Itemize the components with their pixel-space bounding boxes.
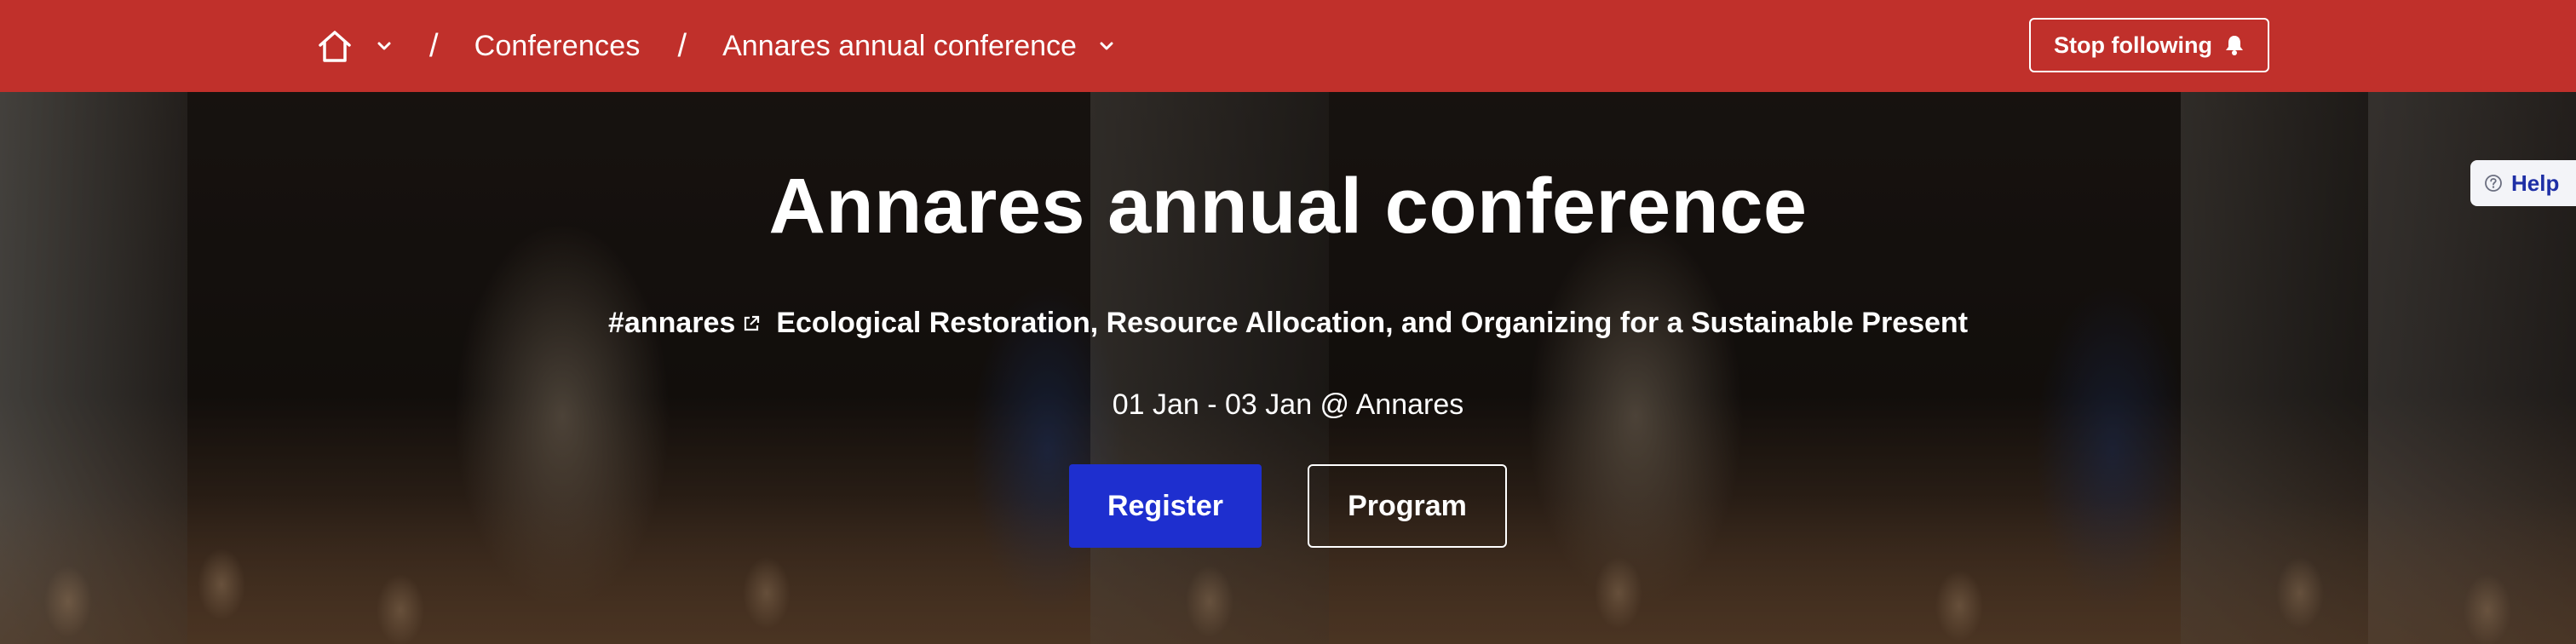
hero-actions: Register Program bbox=[0, 464, 2576, 548]
conference-title: Annares annual conference bbox=[768, 163, 1808, 250]
top-navigation-bar: / Conferences / Annares annual conferenc… bbox=[0, 0, 2576, 92]
question-circle-icon bbox=[2485, 175, 2502, 192]
chevron-down-icon bbox=[377, 42, 391, 50]
bell-icon bbox=[2225, 36, 2243, 55]
program-button[interactable]: Program bbox=[1308, 464, 1507, 548]
conference-subtitle-row: #annares Ecological Restoration, Resourc… bbox=[0, 307, 2576, 340]
hashtag-link[interactable]: #annares bbox=[608, 307, 776, 340]
external-link-icon bbox=[745, 315, 760, 331]
conference-date-location: 01 Jan - 03 Jan @ Annares bbox=[1112, 388, 1464, 421]
conference-menu-toggle[interactable] bbox=[1099, 41, 1114, 51]
breadcrumb-current-label: Annares annual conference bbox=[722, 29, 1077, 62]
home-icon bbox=[319, 31, 351, 62]
hashtag-label: #annares bbox=[607, 307, 736, 339]
breadcrumb: / Conferences / Annares annual conferenc… bbox=[317, 0, 1114, 92]
breadcrumb-current-conference[interactable]: Annares annual conference bbox=[722, 30, 1114, 63]
breadcrumb-separator: / bbox=[429, 27, 439, 64]
conference-subtitle: Ecological Restoration, Resource Allocat… bbox=[776, 307, 1969, 339]
stop-following-label: Stop following bbox=[2054, 32, 2212, 58]
stop-following-button[interactable]: Stop following bbox=[2029, 18, 2269, 72]
conference-hero: Annares annual conference #annares Ecolo… bbox=[0, 92, 2576, 644]
home-link[interactable] bbox=[317, 28, 353, 64]
help-label: Help bbox=[2511, 170, 2560, 196]
chevron-down-icon bbox=[1100, 42, 1113, 50]
breadcrumb-separator: / bbox=[677, 27, 687, 64]
help-button[interactable]: Help bbox=[2470, 160, 2576, 206]
hero-content: Annares annual conference #annares Ecolo… bbox=[0, 92, 2576, 644]
register-button[interactable]: Register bbox=[1069, 464, 1262, 548]
breadcrumb-conferences[interactable]: Conferences bbox=[474, 30, 641, 63]
home-menu-toggle[interactable] bbox=[377, 41, 392, 51]
